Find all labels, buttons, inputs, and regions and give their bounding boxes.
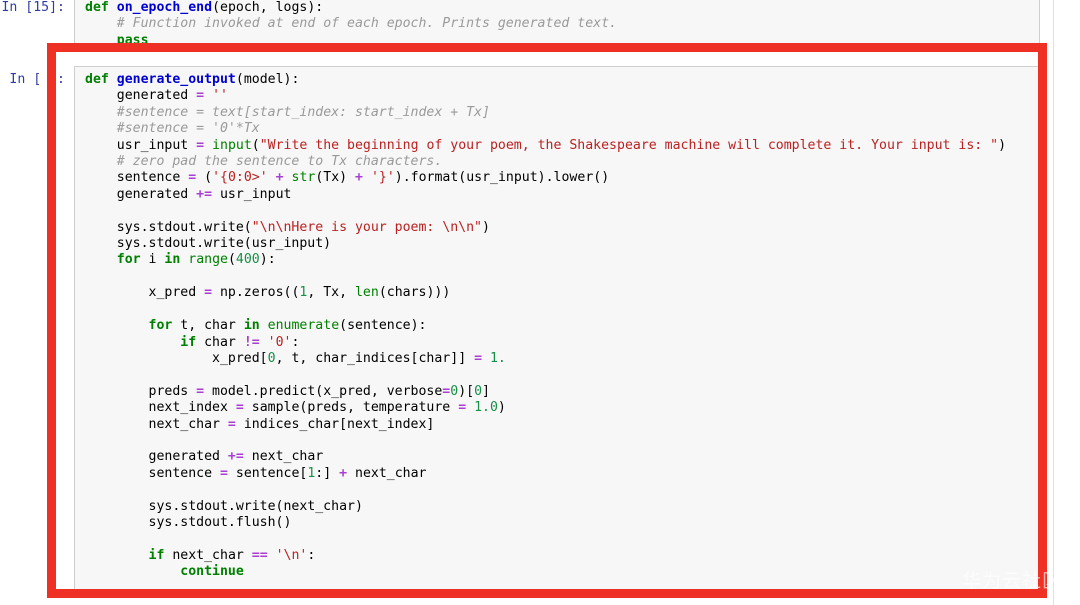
page-right-gutter bbox=[1053, 0, 1080, 605]
notebook-cell-1[interactable]: In [15]: def on_epoch_end(epoch, logs): … bbox=[0, 0, 1040, 48]
cell-1-input-area[interactable]: def on_epoch_end(epoch, logs): # Functio… bbox=[74, 0, 1040, 48]
cell-2-input-area[interactable]: def generate_output(model): generated = … bbox=[74, 66, 1040, 595]
cell-2-source-code[interactable]: def generate_output(model): generated = … bbox=[85, 72, 1033, 581]
cell-1-prompt-label: In [15]: bbox=[1, 0, 65, 15]
notebook-canvas: In [15]: def on_epoch_end(epoch, logs): … bbox=[0, 0, 1080, 605]
cell-2-prompt-label: In [ ]: bbox=[9, 72, 65, 87]
cell-1-source-code[interactable]: def on_epoch_end(epoch, logs): # Functio… bbox=[85, 0, 1033, 47]
notebook-cell-2[interactable]: In [ ]: def generate_output(model): gene… bbox=[0, 66, 1040, 595]
